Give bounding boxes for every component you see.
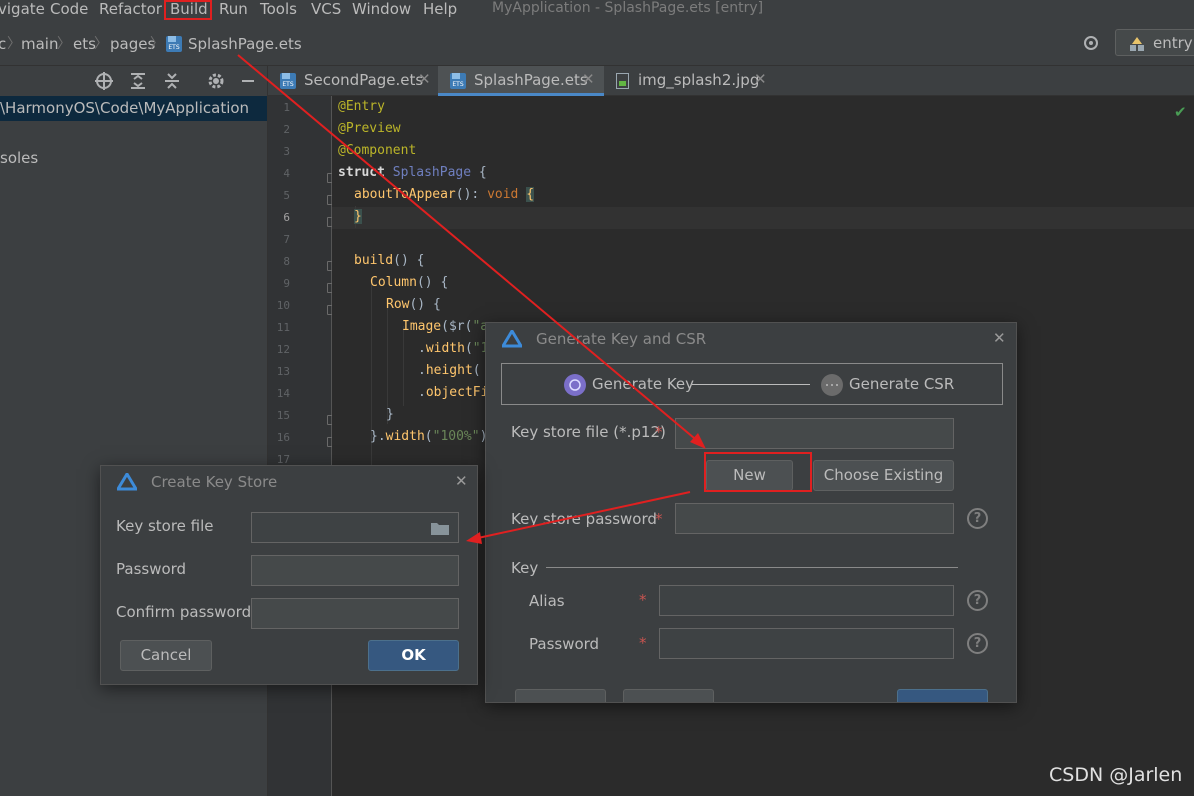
watermark: CSDN @Jarlen: [1049, 764, 1183, 786]
annotation-arrow-line: [477, 491, 691, 539]
annotation-arrow-line: [237, 54, 701, 444]
arrowhead-icon: [466, 532, 482, 544]
annotation-arrows: [237, 54, 706, 544]
